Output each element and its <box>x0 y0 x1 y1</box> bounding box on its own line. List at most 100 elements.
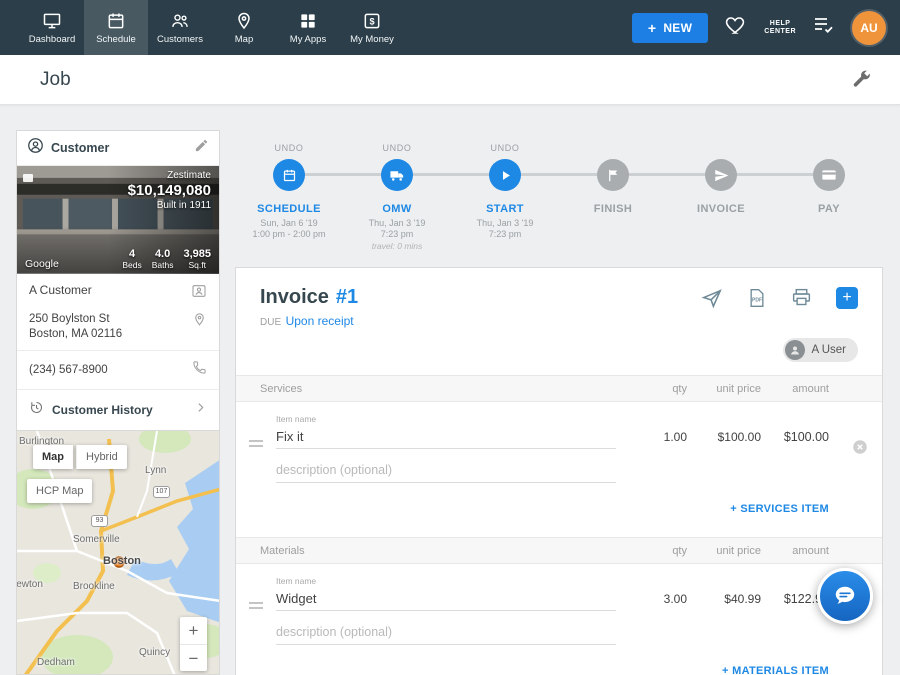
zoom-in-button[interactable]: + <box>180 617 207 644</box>
item-unit-price[interactable]: $40.99 <box>687 592 761 611</box>
nav-item-label: Schedule <box>96 34 136 45</box>
add-materials-row: + MATERIALS ITEM <box>236 645 882 675</box>
nav-item-my-apps[interactable]: My Apps <box>276 0 340 55</box>
step-date: Thu, Jan 3 '197:23 pm <box>451 218 559 240</box>
property-stats: 4Beds 4.0Baths 3,985Sq.ft <box>122 248 211 270</box>
pdf-icon[interactable]: PDF <box>747 288 767 308</box>
stat-beds: 4Beds <box>122 248 141 270</box>
nav-item-dashboard[interactable]: Dashboard <box>20 0 84 55</box>
play-icon <box>498 168 513 183</box>
services-section-header: Services qty unit price amount <box>236 375 882 402</box>
item-qty[interactable]: 3.00 <box>617 592 687 611</box>
send-invoice-icon[interactable] <box>701 287 723 309</box>
undo-omw-button[interactable]: UNDO <box>343 143 451 153</box>
due-terms-link[interactable]: Upon receipt <box>286 314 354 328</box>
referral-heart-icon[interactable] <box>724 13 748 42</box>
new-button[interactable]: + NEW <box>632 13 708 43</box>
step-pay: PAY <box>775 143 883 251</box>
edit-pencil-icon[interactable] <box>194 138 209 158</box>
customer-contact-block: A Customer 250 Boylston St Boston, MA 02… <box>17 274 219 350</box>
step-omw-circle[interactable] <box>381 159 413 191</box>
truck-icon <box>389 167 406 184</box>
undo-schedule-button[interactable]: UNDO <box>235 143 343 153</box>
location-pin-icon[interactable] <box>192 312 207 332</box>
chat-bubble-button[interactable] <box>817 568 873 624</box>
step-label: START <box>451 203 559 215</box>
print-icon[interactable] <box>791 287 812 308</box>
add-invoice-button[interactable]: + <box>836 287 858 309</box>
item-name-field: Item name <box>276 414 616 449</box>
zestimate-value: $10,149,080 <box>128 182 211 199</box>
drag-handle-icon[interactable] <box>249 436 263 454</box>
help-line2: CENTER <box>764 28 796 36</box>
item-description-input[interactable] <box>276 461 616 483</box>
customer-card: Customer <box>16 130 220 431</box>
item-name-label: Item name <box>276 414 616 424</box>
item-name-input[interactable] <box>276 589 616 611</box>
step-schedule-circle[interactable] <box>273 159 305 191</box>
map-type-map-button[interactable]: Map <box>33 445 73 469</box>
stat-sqft: 3,985Sq.ft <box>183 248 211 270</box>
customer-history-row[interactable]: Customer History <box>17 390 219 430</box>
customer-name-row: A Customer <box>29 283 207 304</box>
zoom-out-button[interactable]: − <box>180 644 207 671</box>
customer-address-row: 250 Boylston St Boston, MA 02116 <box>29 312 207 342</box>
map-card: Burlington Lynn 107 Somerville Boston Ne… <box>16 430 220 675</box>
step-label: FINISH <box>559 203 667 215</box>
apps-grid-icon <box>298 11 318 31</box>
step-invoice-circle[interactable] <box>705 159 737 191</box>
step-start-circle[interactable] <box>489 159 521 191</box>
svg-text:PDF: PDF <box>752 297 762 303</box>
hcp-map-button[interactable]: HCP Map <box>27 479 92 503</box>
map-label: Quincy <box>139 647 170 658</box>
nav-item-map[interactable]: Map <box>212 0 276 55</box>
nav-item-label: Map <box>235 34 253 45</box>
item-qty[interactable]: 1.00 <box>617 430 687 449</box>
phone-icon[interactable] <box>192 360 207 380</box>
col-header-qty: qty <box>617 545 687 557</box>
step-invoice: INVOICE <box>667 143 775 251</box>
contact-card-icon[interactable] <box>191 283 207 304</box>
delete-item-icon[interactable] <box>851 438 869 461</box>
nav-right: + NEW HELP CENTER AU <box>632 0 900 55</box>
help-center-button[interactable]: HELP CENTER <box>764 20 796 36</box>
step-finish-circle[interactable] <box>597 159 629 191</box>
item-description-input[interactable] <box>276 623 616 645</box>
col-header-unit-price: unit price <box>687 383 761 395</box>
nav-item-customers[interactable]: Customers <box>148 0 212 55</box>
map-canvas[interactable]: Burlington Lynn 107 Somerville Boston Ne… <box>17 431 219 674</box>
assigned-user-chip[interactable]: A User <box>783 338 858 362</box>
map-label: Brookline <box>73 581 115 592</box>
customer-icon <box>27 137 44 159</box>
map-label: Somerville <box>73 534 120 545</box>
step-pay-circle[interactable] <box>813 159 845 191</box>
drag-handle-icon[interactable] <box>249 598 263 616</box>
nav-item-schedule[interactable]: Schedule <box>84 0 148 55</box>
zestimate-label: Zestimate <box>167 170 211 181</box>
add-materials-item-link[interactable]: + MATERIALS ITEM <box>722 665 829 675</box>
step-date: Thu, Jan 3 '197:23 pm <box>343 218 451 240</box>
add-services-item-link[interactable]: + SERVICES ITEM <box>730 503 829 515</box>
nav-item-my-money[interactable]: $ My Money <box>340 0 404 55</box>
customer-phone-row: (234) 567-8900 <box>17 351 219 389</box>
property-photo[interactable]: Zestimate $10,149,080 Built in 1911 4Bed… <box>17 166 219 274</box>
task-list-icon[interactable] <box>812 13 836 42</box>
map-label: Lynn <box>145 465 166 476</box>
help-line1: HELP <box>764 20 796 28</box>
job-tools-icon[interactable] <box>850 69 872 96</box>
user-avatar[interactable]: AU <box>852 11 886 45</box>
map-type-hybrid-button[interactable]: Hybrid <box>76 445 127 469</box>
user-chip-name: A User <box>811 344 846 356</box>
item-unit-price[interactable]: $100.00 <box>687 430 761 449</box>
undo-start-button[interactable]: UNDO <box>451 143 559 153</box>
item-name-input[interactable] <box>276 427 616 449</box>
customer-history-label: Customer History <box>52 403 186 417</box>
due-label: DUE <box>260 317 281 328</box>
calendar-icon <box>282 168 297 183</box>
materials-section-header: Materials qty unit price amount <box>236 537 882 564</box>
job-progress-stepper: UNDO SCHEDULE Sun, Jan 6 '191:00 pm - 2:… <box>235 143 883 263</box>
step-label: PAY <box>775 203 883 215</box>
main-content: Customer <box>0 105 900 675</box>
nav-item-label: My Apps <box>290 34 326 45</box>
map-zoom-control: + − <box>180 617 207 671</box>
